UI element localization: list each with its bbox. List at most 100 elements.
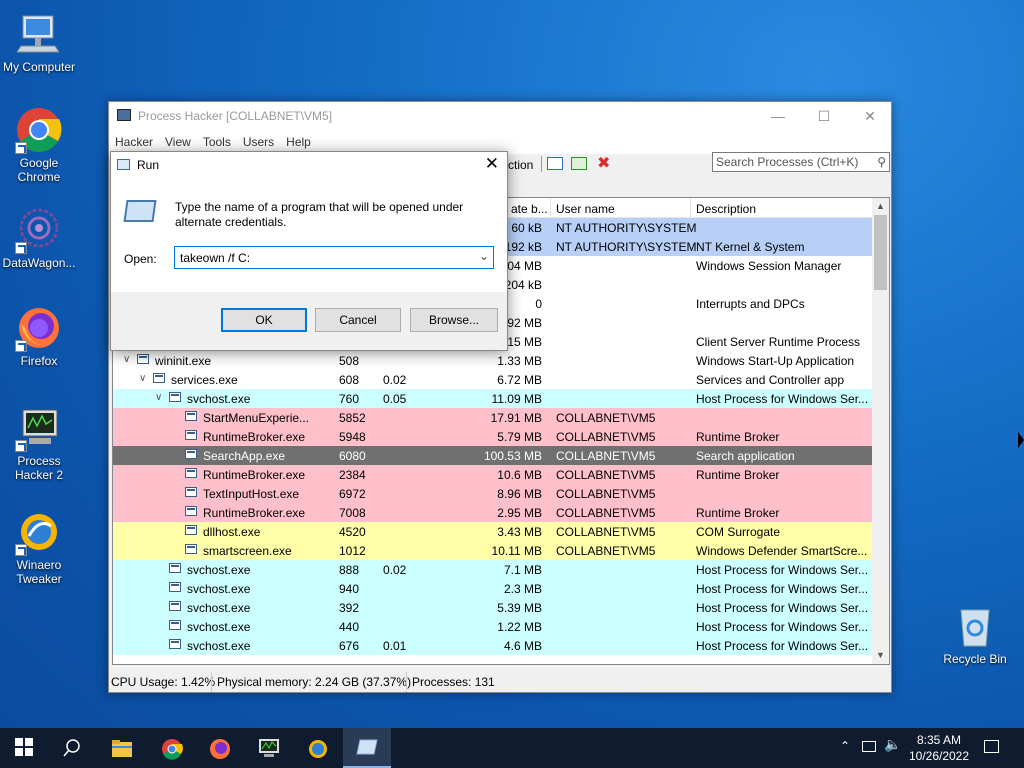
process-private-bytes: 4.6 MB xyxy=(503,639,542,653)
process-private-bytes: 2.95 MB xyxy=(497,506,542,520)
open-combobox[interactable]: takeown /f C: ⌄ xyxy=(174,246,494,269)
run-message: Type the name of a program that will be … xyxy=(175,200,464,229)
taskbar-firefox[interactable] xyxy=(196,728,244,768)
network-icon[interactable] xyxy=(862,741,876,752)
table-row[interactable]: svchost.exe 888 0.02 7.1 MB Host Process for… xyxy=(113,560,889,579)
volume-icon[interactable]: 🔈 xyxy=(884,736,901,753)
table-row[interactable]: ∨ svchost.exe 760 0.05 11.09 MB Host Process … xyxy=(113,389,889,408)
desktop-icon-label: Recycle Bin xyxy=(943,652,1007,666)
column-user-name[interactable]: User name xyxy=(556,202,615,216)
process-pid: 7008 xyxy=(339,506,366,520)
column-private-bytes[interactable]: ate b... xyxy=(511,202,548,216)
process-private-bytes: 5.39 MB xyxy=(497,601,542,615)
taskbar-file-explorer[interactable] xyxy=(98,728,146,768)
scroll-thumb[interactable] xyxy=(874,215,887,290)
firefox-icon xyxy=(15,304,63,352)
table-row[interactable]: svchost.exe 940 2.3 MB Host Process for Win… xyxy=(113,579,889,598)
maximize-button[interactable]: ☐ xyxy=(801,102,847,130)
process-user: COLLABNET\VM5 xyxy=(556,449,656,463)
process-private-bytes: 6.72 MB xyxy=(497,373,542,387)
column-description[interactable]: Description xyxy=(696,202,756,216)
process-pid: 608 xyxy=(339,373,360,387)
cancel-button[interactable]: Cancel xyxy=(315,308,401,332)
show-hidden-icons-icon[interactable]: ⌃ xyxy=(840,739,850,753)
desktop-icon-process-hacker[interactable]: Process Hacker 2 xyxy=(0,404,78,482)
process-private-bytes: 100.53 MB xyxy=(483,449,542,463)
taskbar: ⌃ 🔈 8:35 AM 10/26/2022 xyxy=(0,728,1024,768)
desktop-icon-winaero[interactable]: Winaero Tweaker xyxy=(0,508,78,586)
app-window-icon[interactable] xyxy=(571,157,587,170)
scroll-down-icon[interactable]: ▼ xyxy=(872,647,889,664)
chevron-down-icon[interactable]: ⌄ xyxy=(479,249,489,263)
search-button[interactable] xyxy=(48,728,96,768)
process-private-bytes: 10.6 MB xyxy=(497,468,542,482)
table-row[interactable]: ∨ services.exe 608 0.02 6.72 MB Services and … xyxy=(113,370,889,389)
scroll-up-icon[interactable]: ▲ xyxy=(872,198,889,215)
table-row[interactable]: RuntimeBroker.exe 5948 5.79 MB COLLABNET\VM… xyxy=(113,427,889,446)
clock[interactable]: 8:35 AM 10/26/2022 xyxy=(906,732,972,764)
table-row[interactable]: RuntimeBroker.exe 7008 2.95 MB COLLABNET\VM… xyxy=(113,503,889,522)
status-separator xyxy=(406,672,407,692)
winaero-icon xyxy=(15,508,63,556)
expand-toggle-icon[interactable]: ∨ xyxy=(123,354,130,365)
open-input[interactable]: takeown /f C: xyxy=(180,251,250,265)
table-row[interactable]: StartMenuExperie... 5852 17.91 MB COLLABNET… xyxy=(113,408,889,427)
process-pid: 392 xyxy=(339,601,360,615)
process-icon xyxy=(185,449,197,459)
process-pid: 940 xyxy=(339,582,360,596)
desktop-icon-datawagon[interactable]: DataWagon... xyxy=(0,206,78,270)
table-row[interactable]: SearchApp.exe 6080 100.53 MB COLLABNET\VM5 S… xyxy=(113,446,889,465)
table-row[interactable]: TextInputHost.exe 6972 8.96 MB COLLABNET\VM… xyxy=(113,484,889,503)
terminate-icon[interactable]: ✖ xyxy=(597,153,610,173)
table-row[interactable]: RuntimeBroker.exe 2384 10.6 MB COLLABNET\VM… xyxy=(113,465,889,484)
run-body: Type the name of a program that will be … xyxy=(111,178,507,292)
process-user: COLLABNET\VM5 xyxy=(556,525,656,539)
process-cpu: 0.02 xyxy=(383,373,407,387)
desktop-icon-chrome[interactable]: Google Chrome xyxy=(0,106,78,184)
table-row[interactable]: svchost.exe 392 5.39 MB Host Process for Wi… xyxy=(113,598,889,617)
process-private-bytes: 8.96 MB xyxy=(497,487,542,501)
toolbar-find-label[interactable]: ction xyxy=(508,158,533,172)
table-row[interactable]: dllhost.exe 4520 3.43 MB COLLABNET\VM5 COM S… xyxy=(113,522,889,541)
toolbar-separator xyxy=(541,156,542,172)
browse-button[interactable]: Browse... xyxy=(410,308,498,332)
expand-toggle-icon[interactable]: ∨ xyxy=(155,392,162,403)
app-icon xyxy=(117,109,131,121)
close-icon[interactable]: ✕ xyxy=(485,154,499,174)
desktop-icon-my-computer[interactable]: My Computer xyxy=(0,10,78,74)
expand-toggle-icon[interactable]: ∨ xyxy=(139,373,146,384)
desktop-icon-label: Winaero Tweaker xyxy=(16,558,62,586)
minimize-button[interactable]: — xyxy=(755,102,801,130)
window-icon[interactable] xyxy=(547,157,563,170)
ok-button[interactable]: OK xyxy=(221,308,307,332)
process-cpu: 0.05 xyxy=(383,392,407,406)
close-button[interactable]: ✕ xyxy=(847,102,893,130)
notification-icon[interactable] xyxy=(984,740,999,753)
desktop-icon-recycle-bin[interactable]: Recycle Bin xyxy=(936,602,1014,666)
vertical-scrollbar[interactable]: ▲ ▼ xyxy=(872,198,889,664)
table-row[interactable]: svchost.exe 676 0.01 4.6 MB Host Process for… xyxy=(113,636,889,655)
taskbar-winaero[interactable] xyxy=(294,728,342,768)
process-description: Runtime Broker xyxy=(696,430,780,444)
process-private-bytes: 3.43 MB xyxy=(497,525,542,539)
process-private-bytes: 1.33 MB xyxy=(497,354,542,368)
taskbar-process-hacker[interactable] xyxy=(245,728,293,768)
folder-icon xyxy=(112,740,132,757)
desktop-icon-firefox[interactable]: Firefox xyxy=(0,304,78,368)
table-row[interactable]: ∨ wininit.exe 508 1.33 MB Windows Start-Up A… xyxy=(113,351,889,370)
table-row[interactable]: smartscreen.exe 1012 10.11 MB COLLABNET\VM5… xyxy=(113,541,889,560)
title-bar[interactable]: Process Hacker [COLLABNET\VM5] — ☐ ✕ xyxy=(109,102,891,130)
process-hacker-icon xyxy=(259,739,279,757)
run-title-bar[interactable]: Run ✕ xyxy=(111,152,507,178)
process-name: services.exe xyxy=(171,373,238,387)
process-icon xyxy=(169,582,181,592)
process-pid: 2384 xyxy=(339,468,366,482)
process-name: svchost.exe xyxy=(187,582,251,596)
taskbar-chrome[interactable] xyxy=(148,728,196,768)
start-button[interactable] xyxy=(0,728,48,768)
table-row[interactable]: svchost.exe 440 1.22 MB Host Process for Wi… xyxy=(113,617,889,636)
process-name: TextInputHost.exe xyxy=(203,487,300,501)
process-description: Host Process for Windows Ser... xyxy=(696,620,869,634)
search-input[interactable]: Search Processes (Ctrl+K) ⚲ xyxy=(712,152,890,172)
taskbar-run[interactable] xyxy=(343,728,391,768)
